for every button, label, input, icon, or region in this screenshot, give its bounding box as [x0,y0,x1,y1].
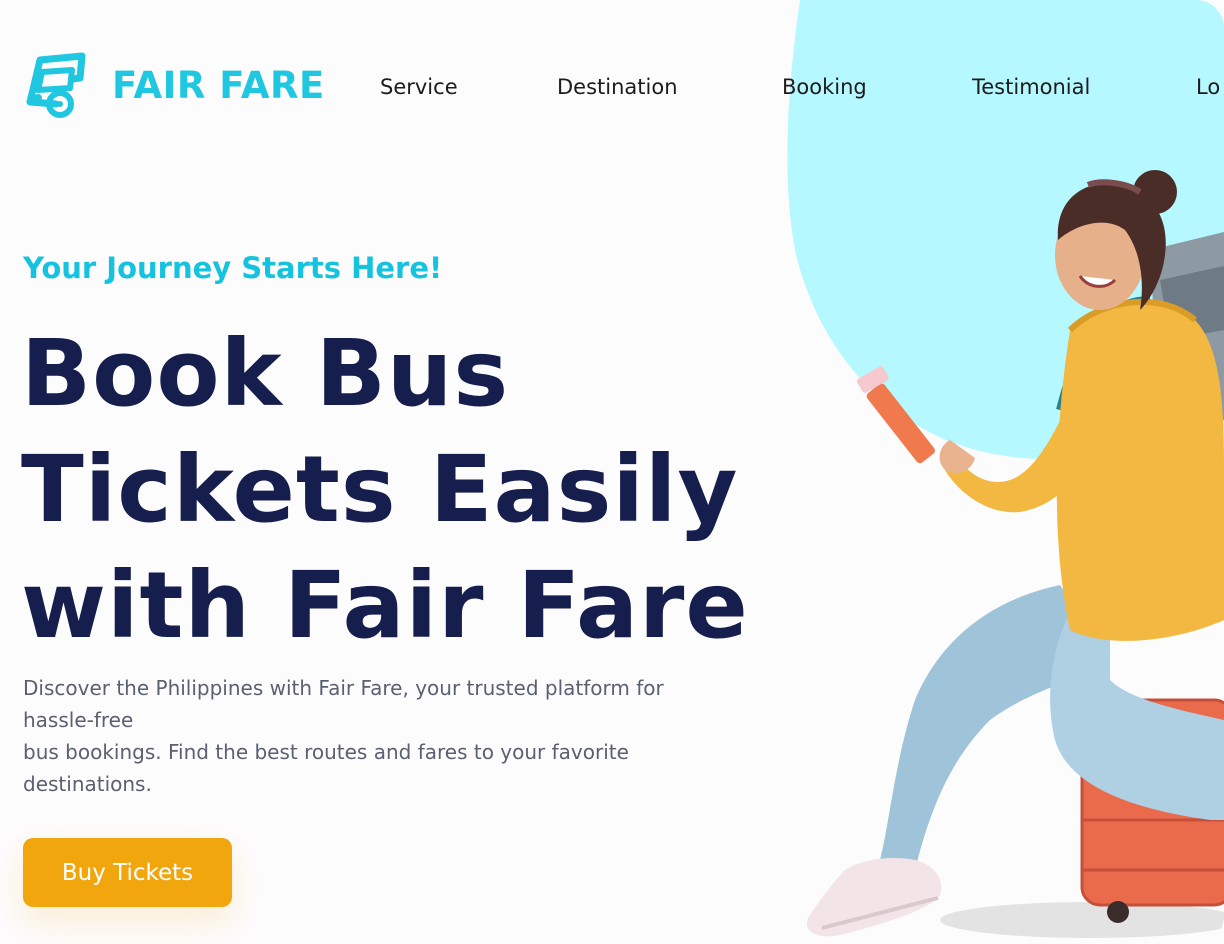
traveler-image [806,170,1224,938]
logo[interactable] [26,52,88,120]
description-line: destinations. [23,772,152,796]
nav-destination[interactable]: Destination [557,75,678,99]
hero-headline: Book Bus Tickets Easily with Fair Fare [21,316,781,664]
landing-page: FAIR FARE Service Destination Booking Te… [0,0,1224,944]
brand-name[interactable]: FAIR FARE [112,64,325,107]
headline-line: Tickets Easily [21,436,739,543]
description-line: hassle-free [23,708,134,732]
hero-tagline: Your Journey Starts Here! [23,251,443,285]
nav-login[interactable]: Lo [1196,75,1220,99]
nav-booking[interactable]: Booking [782,75,867,99]
buy-tickets-button[interactable]: Buy Tickets [23,838,232,907]
headline-line: with Fair Fare [21,552,749,659]
nav-testimonial[interactable]: Testimonial [972,75,1090,99]
nav-service[interactable]: Service [380,75,458,99]
bus-icon [26,52,86,118]
description-line: bus bookings. Find the best routes and f… [23,740,629,764]
hero-description: Discover the Philippines with Fair Fare,… [23,672,743,800]
description-line: Discover the Philippines with Fair Fare,… [23,676,664,700]
headline-line: Book Bus [21,320,510,427]
